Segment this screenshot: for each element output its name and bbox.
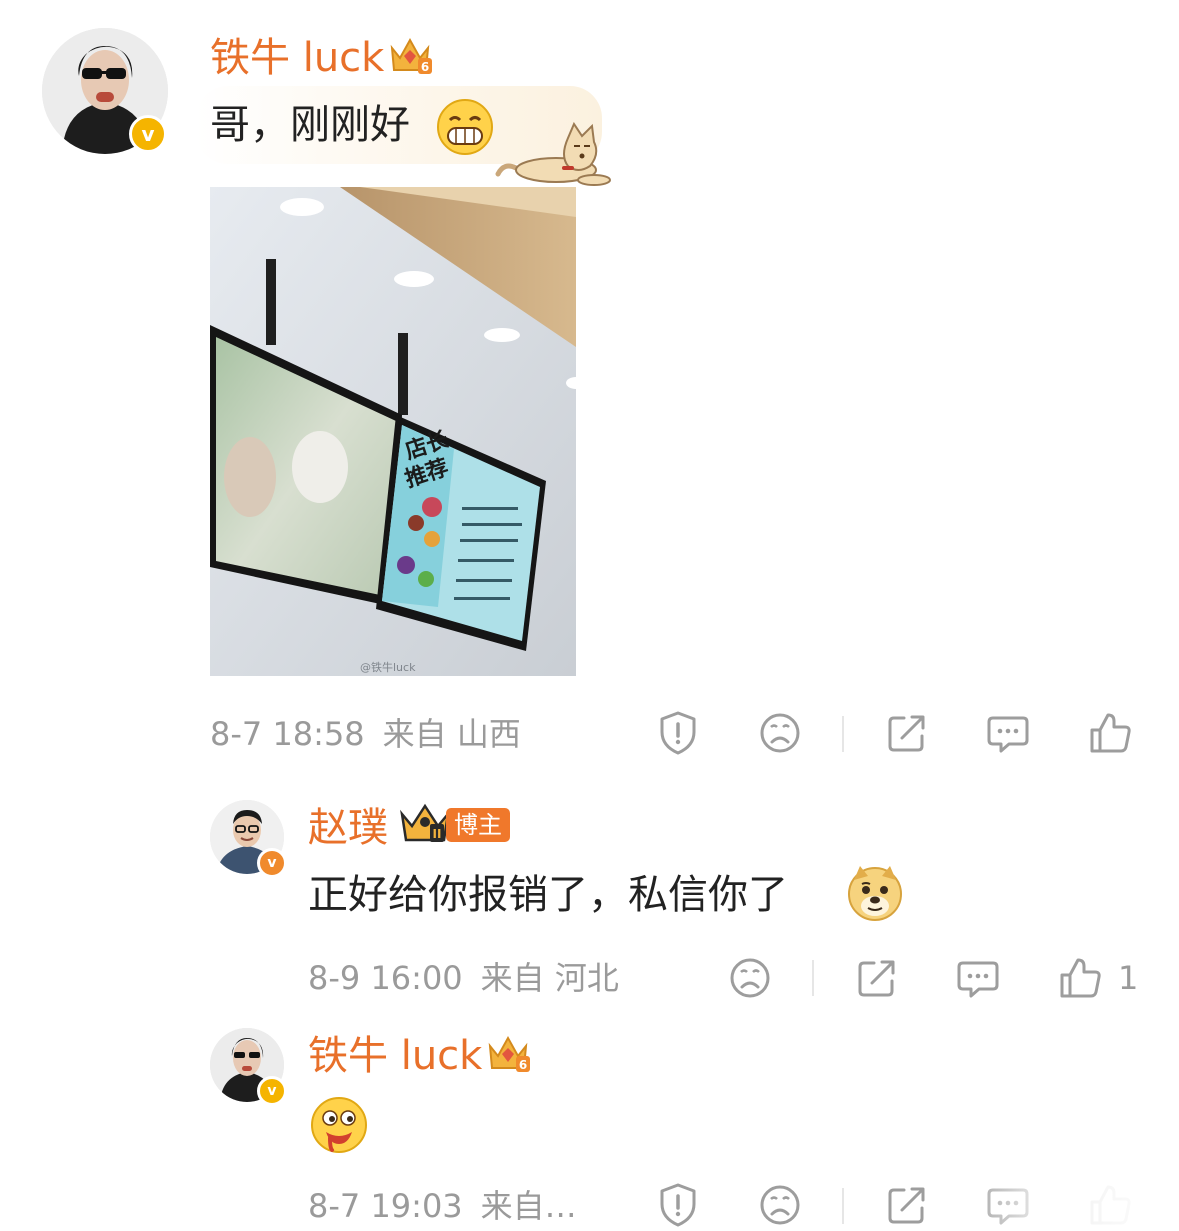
role-badge: 博主 [446,808,510,842]
report-icon[interactable] [655,710,701,756]
comment-icon[interactable] [985,710,1031,756]
grin-emoji [436,98,494,156]
dislike-icon[interactable] [757,1182,803,1228]
doge-emoji [846,864,904,922]
verified-badge: v [129,115,167,153]
dislike-icon[interactable] [757,710,803,756]
bottom-fade-overlay [960,1180,1179,1231]
crown-level-icon: II [398,800,452,848]
verified-badge: v [257,848,287,878]
divider [842,1188,844,1224]
location: 来自… [480,1187,577,1225]
like-icon[interactable] [1057,955,1103,1001]
dislike-icon[interactable] [727,955,773,1001]
timestamp: 8-9 16:00 来自 河北 [308,959,619,997]
verified-badge: v [257,1076,287,1106]
crown-level-icon: 6 [386,32,434,78]
like-count: 1 [1118,959,1139,997]
share-icon[interactable] [854,955,900,1001]
divider [842,716,844,752]
svg-text:II: II [433,827,442,841]
share-icon[interactable] [884,710,930,756]
svg-text:6: 6 [519,1058,527,1072]
report-icon[interactable] [655,1182,701,1228]
svg-text:6: 6 [421,60,429,74]
like-icon[interactable] [1087,710,1133,756]
location: 来自 山西 [382,715,521,753]
svg-text:@铁牛luck: @铁牛luck [360,660,416,674]
username[interactable]: 铁牛 luck [308,1032,482,1080]
share-icon[interactable] [884,1182,930,1228]
drool-emoji [310,1096,368,1154]
comment-text: 哥，刚刚好 [210,102,410,148]
username[interactable]: 赵璞 [308,804,388,852]
reply-text: 正好给你报销了，私信你了 [308,872,788,918]
attached-photo[interactable]: 店长 推荐 @铁牛luck [210,187,576,676]
timestamp: 8-7 19:03 来自… [308,1187,577,1225]
timestamp: 8-7 18:58 来自 山西 [210,715,521,753]
crown-level-icon: 6 [484,1030,532,1076]
divider [812,960,814,996]
location: 来自 河北 [480,959,619,997]
username[interactable]: 铁牛 luck [210,34,384,82]
comment-icon[interactable] [955,955,1001,1001]
dog-sticker-icon [494,121,618,186]
